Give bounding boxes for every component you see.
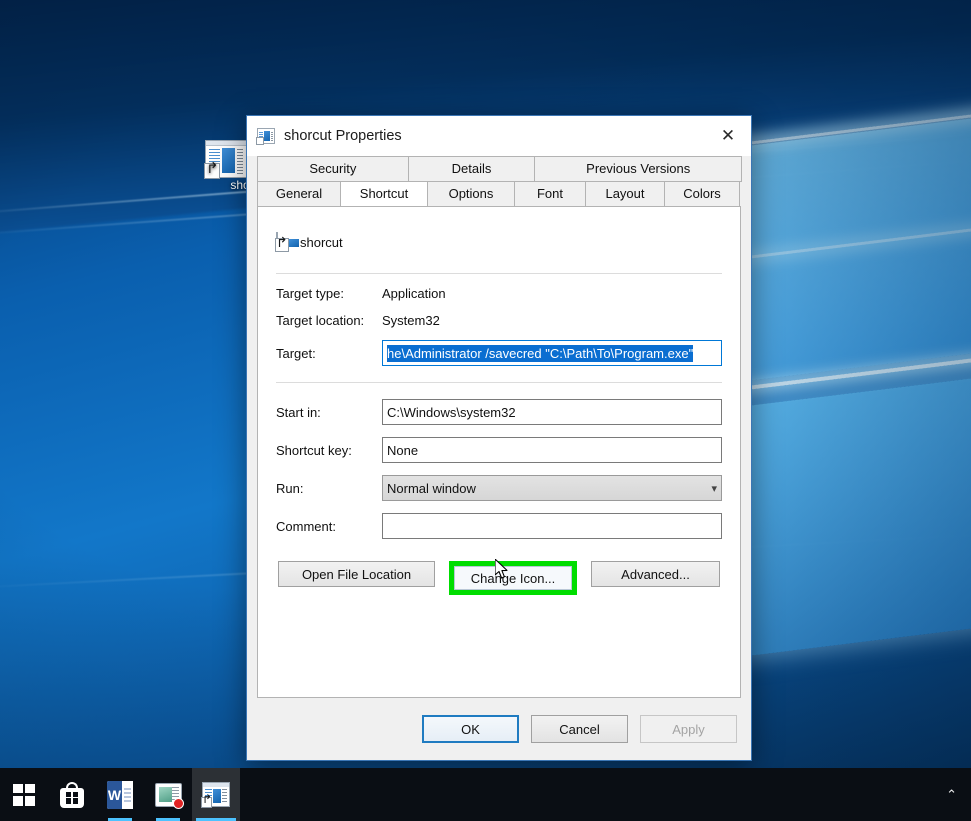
target-label: Target: — [276, 345, 316, 361]
target-type-label: Target type: — [276, 286, 344, 301]
windows-start-icon — [13, 783, 35, 806]
field-comment: Comment: — [258, 513, 740, 539]
header-divider — [276, 273, 722, 274]
taskbar-item-word[interactable]: W — [96, 768, 144, 821]
target-type-value: Application — [382, 286, 446, 301]
ok-button[interactable]: OK — [422, 715, 519, 743]
shortcut-properties-dialog[interactable]: shorcut Properties ✕ Security Details Pr… — [246, 115, 752, 761]
field-target: Target: he\Administrator /savecred "C:\P… — [258, 340, 740, 366]
start-in-label: Start in: — [276, 404, 321, 420]
start-in-value: C:\Windows\system32 — [387, 404, 516, 420]
tab-previous-versions[interactable]: Previous Versions — [534, 156, 742, 182]
run-value: Normal window — [387, 480, 476, 496]
field-target-type: Target type: Application — [258, 286, 740, 301]
shortcut-action-buttons: Open File Location Change Icon... Advanc… — [258, 561, 740, 595]
tab-details[interactable]: Details — [407, 156, 536, 182]
shortcut-window-icon — [201, 782, 230, 808]
chevron-down-icon: ▾ — [711, 482, 717, 495]
taskbar-item-recorder[interactable] — [144, 768, 192, 821]
tab-row-top: Security Details Previous Versions — [257, 156, 742, 182]
start-button[interactable] — [0, 768, 48, 821]
comment-label: Comment: — [276, 518, 336, 534]
tab-options[interactable]: Options — [427, 181, 515, 206]
taskbar[interactable]: W ⌃ — [0, 768, 971, 821]
field-shortcut-key: Shortcut key: None — [258, 437, 740, 463]
target-location-value: System32 — [382, 313, 440, 328]
section-divider — [276, 382, 722, 383]
change-icon-highlight: Change Icon... — [449, 561, 577, 595]
field-run: Run: Normal window ▾ — [258, 475, 740, 501]
microsoft-store-icon — [60, 781, 84, 808]
close-icon[interactable]: ✕ — [705, 116, 751, 156]
desktop[interactable]: shor shorcut Properties ✕ Security Detai… — [0, 0, 971, 821]
tab-colors[interactable]: Colors — [664, 181, 740, 206]
shortcut-window-icon — [275, 232, 299, 252]
tab-bar[interactable]: Security Details Previous Versions Gener… — [247, 156, 751, 206]
apply-button: Apply — [640, 715, 737, 743]
shortcut-tab-panel: shorcut Target type: Application Target … — [257, 206, 741, 698]
comment-input[interactable] — [382, 513, 722, 539]
tab-general[interactable]: General — [257, 181, 341, 206]
target-input-value: he\Administrator /savecred "C:\Path\To\P… — [387, 344, 694, 362]
field-target-location: Target location: System32 — [258, 313, 740, 328]
change-icon-button[interactable]: Change Icon... — [454, 566, 572, 590]
cancel-button[interactable]: Cancel — [531, 715, 628, 743]
shortcut-header: shorcut — [258, 207, 740, 263]
system-tray[interactable]: ⌃ — [946, 768, 971, 821]
tab-security[interactable]: Security — [257, 156, 409, 182]
run-select[interactable]: Normal window ▾ — [382, 475, 722, 501]
shortcut-key-value: None — [387, 442, 419, 458]
advanced-button[interactable]: Advanced... — [591, 561, 720, 587]
word-glyph: W — [107, 780, 122, 809]
tab-row-bottom: General Shortcut Options Font Layout Col… — [257, 181, 741, 206]
word-icon: W — [107, 780, 133, 809]
screen-recorder-icon — [154, 782, 184, 809]
tab-font[interactable]: Font — [514, 181, 586, 206]
target-location-label: Target location: — [276, 313, 365, 328]
start-in-input[interactable]: C:\Windows\system32 — [382, 399, 722, 425]
taskbar-item-shortcut-properties[interactable] — [192, 768, 240, 821]
shortcut-window-icon — [256, 128, 275, 145]
taskbar-item-store[interactable] — [48, 768, 96, 821]
run-label: Run: — [276, 480, 304, 496]
field-start-in: Start in: C:\Windows\system32 — [258, 399, 740, 425]
tab-layout[interactable]: Layout — [585, 181, 665, 206]
shortcut-name: shorcut — [300, 234, 343, 250]
shortcut-key-label: Shortcut key: — [276, 442, 352, 458]
shortcut-key-input[interactable]: None — [382, 437, 722, 463]
dialog-title: shorcut Properties — [284, 128, 402, 144]
chevron-up-icon[interactable]: ⌃ — [946, 787, 957, 803]
tab-shortcut[interactable]: Shortcut — [340, 181, 428, 206]
target-input[interactable]: he\Administrator /savecred "C:\Path\To\P… — [382, 340, 722, 366]
open-file-location-button[interactable]: Open File Location — [278, 561, 435, 587]
dialog-titlebar[interactable]: shorcut Properties ✕ — [247, 116, 751, 156]
dialog-footer: OK Cancel Apply — [247, 698, 751, 760]
